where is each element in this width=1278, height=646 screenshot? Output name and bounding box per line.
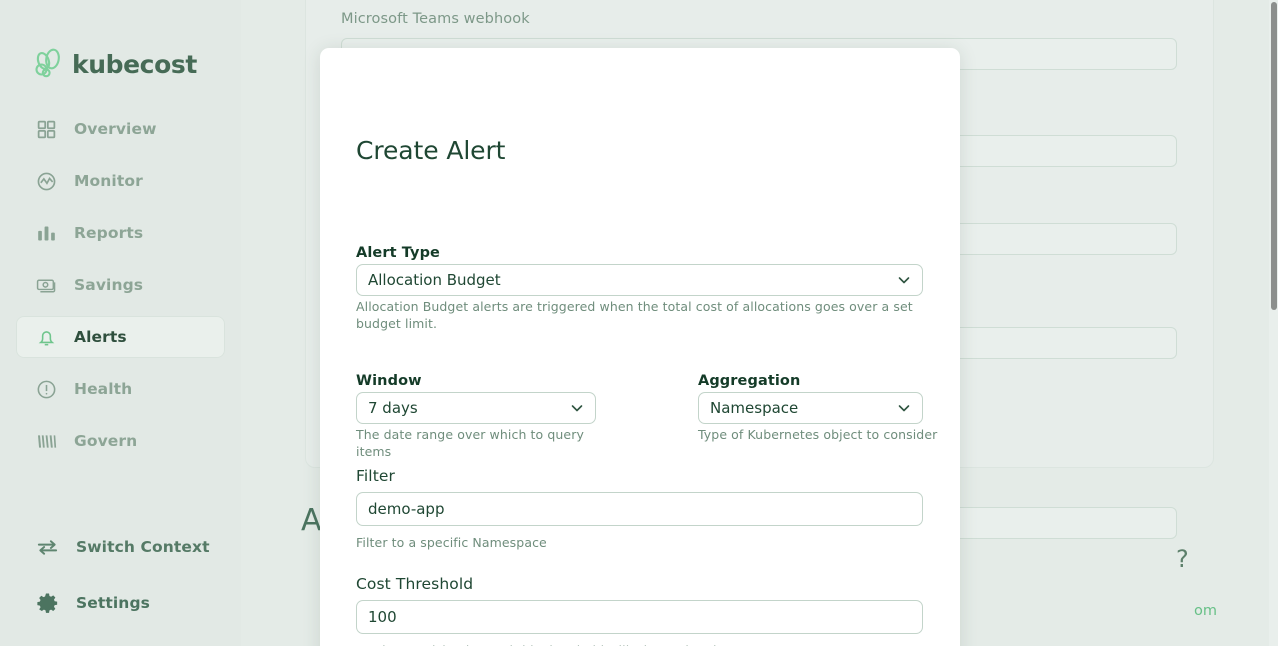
sidebar-item-label: Monitor — [74, 172, 143, 190]
activity-icon — [36, 171, 57, 192]
create-alert-modal: Create Alert Alert Type Allocation Budge… — [320, 48, 960, 646]
filter-input-wrap[interactable] — [356, 492, 923, 526]
sidebar-item-label: Savings — [74, 276, 143, 294]
kubecost-logo-icon — [33, 48, 63, 80]
window-select[interactable]: 7 days — [356, 392, 596, 424]
grid-icon — [36, 119, 57, 140]
sidebar-item-label: Reports — [74, 224, 143, 242]
gear-icon — [36, 592, 59, 615]
sidebar-item-label: Alerts — [74, 328, 127, 346]
money-icon — [36, 275, 57, 296]
aggregation-value: Namespace — [710, 399, 798, 417]
sidebar-item-savings[interactable]: Savings — [16, 264, 225, 306]
sidebar-item-label: Govern — [74, 432, 137, 450]
empty-state-question: ? — [1176, 545, 1189, 573]
bar-chart-icon — [36, 223, 57, 244]
sidebar-item-health[interactable]: Health — [16, 368, 225, 410]
brand-name: kubecost — [72, 50, 197, 79]
aggregation-help: Type of Kubernetes object to consider — [698, 426, 938, 443]
sidebar-item-govern[interactable]: Govern — [16, 420, 225, 462]
support-email-link[interactable]: om — [1194, 603, 1217, 619]
modal-title: Create Alert — [356, 136, 505, 165]
sidebar-item-overview[interactable]: Overview — [16, 108, 225, 150]
sidebar: kubecost Overview Monitor — [0, 0, 241, 646]
cost-threshold-input-wrap[interactable] — [356, 600, 923, 634]
sidebar-item-alerts[interactable]: Alerts — [16, 316, 225, 358]
alert-type-help: Allocation Budget alerts are triggered w… — [356, 298, 916, 332]
page-scrollbar-track[interactable] — [1269, 0, 1278, 646]
swap-arrows-icon — [36, 536, 59, 559]
sidebar-item-label: Switch Context — [76, 538, 210, 556]
chevron-down-icon — [570, 401, 584, 415]
filter-input[interactable] — [368, 500, 910, 518]
cost-threshold-label: Cost Threshold — [356, 575, 473, 593]
alerts-section-heading: A — [301, 503, 322, 538]
alert-type-select[interactable]: Allocation Budget — [356, 264, 923, 296]
filter-help: Filter to a specific Namespace — [356, 534, 756, 551]
aggregation-label: Aggregation — [698, 373, 800, 389]
alert-type-label: Alert Type — [356, 245, 440, 261]
filter-label: Filter — [356, 467, 395, 485]
chevron-down-icon — [897, 401, 911, 415]
alert-circle-icon — [36, 379, 57, 400]
brand-logo[interactable]: kubecost — [33, 48, 197, 80]
cost-threshold-help: Total costs rising beyond this threshold… — [356, 642, 856, 646]
alert-type-value: Allocation Budget — [368, 271, 501, 289]
sidebar-item-monitor[interactable]: Monitor — [16, 160, 225, 202]
sidebar-item-switch-context[interactable]: Switch Context — [16, 527, 210, 567]
sidebar-item-label: Overview — [74, 120, 157, 138]
page-scrollbar-thumb[interactable] — [1271, 2, 1277, 310]
sidebar-item-reports[interactable]: Reports — [16, 212, 225, 254]
window-label: Window — [356, 373, 422, 389]
app-root: kubecost Overview Monitor — [0, 0, 1278, 646]
bell-icon — [36, 327, 57, 348]
window-value: 7 days — [368, 399, 418, 417]
window-help: The date range over which to query items — [356, 426, 606, 460]
aggregation-select[interactable]: Namespace — [698, 392, 923, 424]
sidebar-item-settings[interactable]: Settings — [16, 583, 150, 623]
cost-threshold-input[interactable] — [368, 608, 910, 626]
sidebar-item-label: Health — [74, 380, 132, 398]
sidebar-item-label: Settings — [76, 594, 150, 612]
govern-icon — [36, 431, 57, 452]
ms-teams-webhook-label: Microsoft Teams webhook — [341, 11, 530, 27]
chevron-down-icon — [897, 273, 911, 287]
